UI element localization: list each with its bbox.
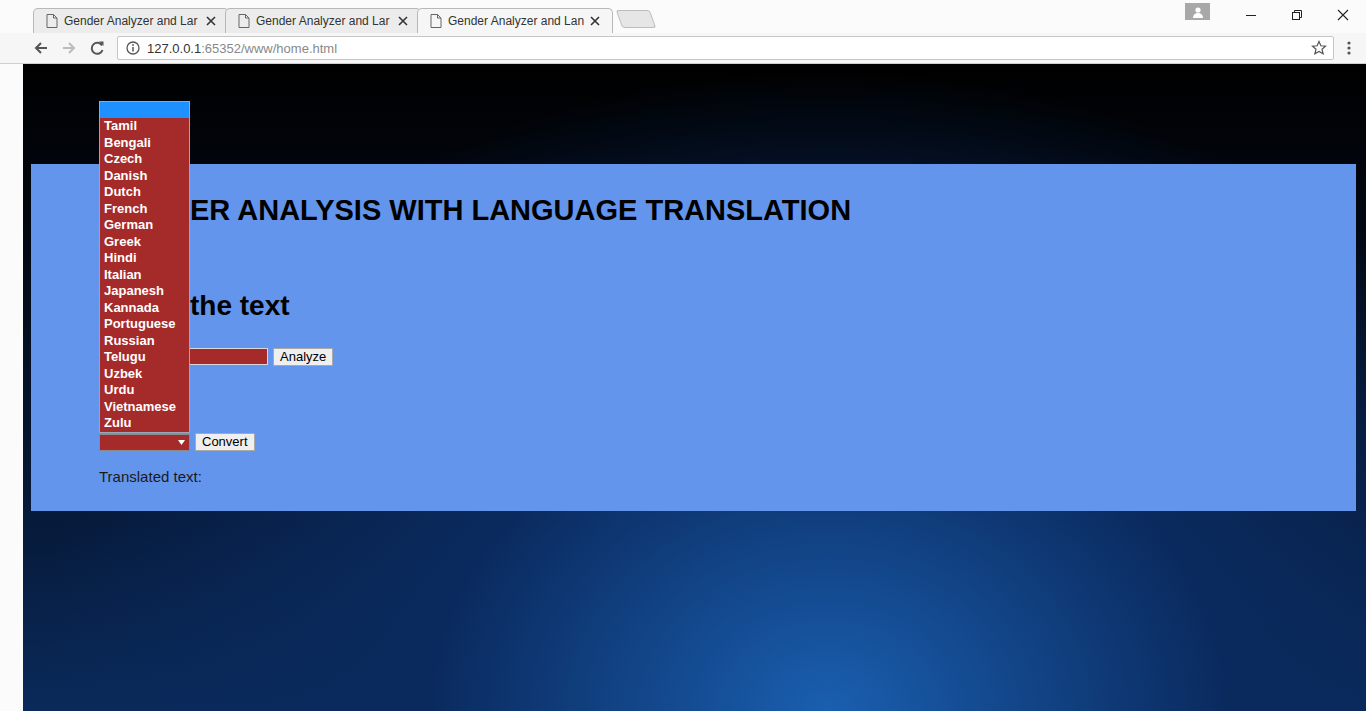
minimize-button[interactable] — [1228, 0, 1274, 30]
new-tab-button[interactable] — [616, 10, 657, 28]
window-margin — [0, 64, 23, 711]
language-option[interactable]: Vietnamese — [100, 399, 189, 416]
menu-icon[interactable] — [1346, 40, 1352, 56]
language-option[interactable]: Italian — [100, 267, 189, 284]
language-option[interactable]: Portuguese — [100, 316, 189, 333]
page-title: ER ANALYSIS WITH LANGUAGE TRANSLATION — [190, 193, 1336, 227]
browser-tab[interactable]: Gender Analyzer and Lar — [33, 8, 229, 33]
language-option[interactable]: Hindi — [100, 250, 189, 267]
page-icon — [430, 14, 442, 28]
language-option[interactable]: Danish — [100, 168, 189, 185]
forward-icon[interactable] — [61, 40, 77, 56]
browser-tab[interactable]: Gender Analyzer and Lan — [417, 8, 613, 33]
viewport: ER ANALYSIS WITH LANGUAGE TRANSLATION th… — [0, 64, 1366, 711]
language-option[interactable]: Russian — [100, 333, 189, 350]
language-option[interactable]: Zulu — [100, 415, 189, 432]
language-option[interactable]: Greek — [100, 234, 189, 251]
language-option[interactable]: Kannada — [100, 300, 189, 317]
language-options-list: TamilBengaliCzechDanishDutchFrenchGerman… — [99, 101, 190, 433]
language-option[interactable]: Telugu — [100, 349, 189, 366]
translated-text-label: Translated text: — [99, 468, 1336, 485]
address-bar[interactable]: 127.0.0.1:65352/www/home.html — [117, 36, 1334, 60]
language-option[interactable]: Japanesh — [100, 283, 189, 300]
minimize-icon — [1245, 9, 1257, 21]
language-option[interactable]: Dutch — [100, 184, 189, 201]
dropdown-arrow-icon — [178, 440, 185, 445]
language-option[interactable]: Uzbek — [100, 366, 189, 383]
profile-button[interactable] — [1185, 3, 1210, 20]
language-option[interactable]: French — [100, 201, 189, 218]
info-icon — [126, 41, 140, 55]
page-icon — [46, 14, 58, 28]
person-icon — [1192, 6, 1204, 18]
main-panel: ER ANALYSIS WITH LANGUAGE TRANSLATION th… — [31, 164, 1356, 511]
tab-strip: Gender Analyzer and Lar Gender Analyzer … — [0, 0, 1366, 33]
close-icon — [1337, 9, 1349, 21]
background-image: ER ANALYSIS WITH LANGUAGE TRANSLATION th… — [23, 64, 1366, 711]
language-option[interactable] — [100, 102, 189, 119]
close-icon[interactable] — [590, 16, 600, 26]
back-icon[interactable] — [33, 40, 49, 56]
restore-icon — [1291, 9, 1303, 21]
language-option[interactable]: Tamil — [100, 118, 189, 135]
star-icon[interactable] — [1311, 40, 1327, 56]
language-option[interactable]: Bengali — [100, 135, 189, 152]
convert-button[interactable]: Convert — [195, 433, 255, 451]
language-option[interactable]: German — [100, 217, 189, 234]
language-select[interactable]: TamilBengaliCzechDanishDutchFrenchGerman… — [99, 434, 190, 451]
close-icon[interactable] — [206, 16, 216, 26]
restore-button[interactable] — [1274, 0, 1320, 30]
close-window-button[interactable] — [1320, 0, 1366, 30]
section-heading: the text — [190, 289, 1336, 323]
close-icon[interactable] — [398, 16, 408, 26]
page-icon — [238, 14, 250, 28]
reload-icon[interactable] — [89, 40, 105, 56]
language-option[interactable]: Urdu — [100, 382, 189, 399]
browser-tab[interactable]: Gender Analyzer and Lar — [225, 8, 421, 33]
analyze-button[interactable]: Analyze — [273, 348, 333, 366]
toolbar: 127.0.0.1:65352/www/home.html — [0, 33, 1366, 64]
browser-window: Gender Analyzer and Lar Gender Analyzer … — [0, 0, 1366, 711]
language-option[interactable]: Czech — [100, 151, 189, 168]
